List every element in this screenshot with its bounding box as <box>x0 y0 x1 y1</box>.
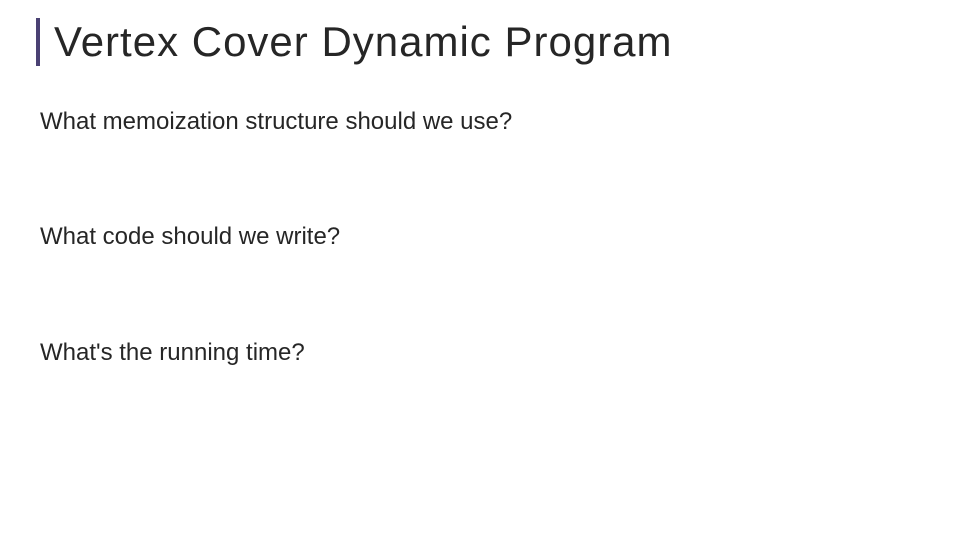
title-container: Vertex Cover Dynamic Program <box>36 18 924 66</box>
slide: Vertex Cover Dynamic Program What memoiz… <box>0 0 960 540</box>
question-2: What code should we write? <box>40 221 924 252</box>
slide-title: Vertex Cover Dynamic Program <box>54 18 924 66</box>
question-1: What memoization structure should we use… <box>40 106 924 137</box>
question-3: What's the running time? <box>40 337 924 368</box>
body: What memoization structure should we use… <box>36 106 924 368</box>
